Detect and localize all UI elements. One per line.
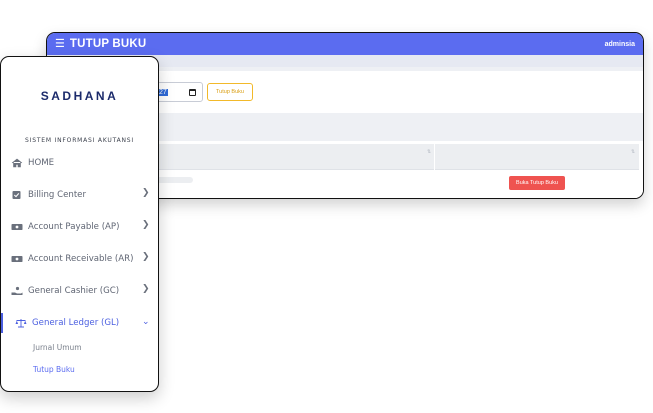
sort-icon[interactable]: ⇅: [427, 149, 431, 155]
cell-placeholder: [155, 177, 193, 183]
brand-subtitle: SISTEM INFORMASI AKUTANSI: [25, 137, 134, 144]
money-icon: [11, 256, 23, 262]
active-indicator: [1, 313, 3, 333]
home-icon: [11, 158, 23, 168]
sidebar-item-billing-center[interactable]: Billing Center ❯: [1, 185, 158, 205]
date-value: 27: [158, 88, 168, 96]
buka-tutup-buku-button[interactable]: Buka Tutup Buku: [509, 176, 565, 190]
top-bar: ☰ TUTUP BUKU adminsia: [47, 33, 643, 55]
money-icon: [11, 224, 23, 230]
hand-coin-icon: [11, 286, 23, 295]
sidebar-item-label: General Ledger (GL): [32, 318, 120, 328]
brand-logo[interactable]: SADHANA: [1, 89, 158, 103]
hamburger-icon[interactable]: ☰: [55, 38, 65, 50]
sidebar-item-label: HOME: [28, 158, 55, 168]
balance-scale-icon: [15, 319, 27, 328]
chevron-down-icon[interactable]: ⌄: [142, 317, 150, 327]
chevron-right-icon[interactable]: ❯: [142, 188, 150, 198]
user-name[interactable]: adminsia: [605, 41, 635, 48]
chevron-right-icon[interactable]: ❯: [142, 220, 150, 230]
sidebar-item-general-ledger[interactable]: General Ledger (GL) ⌄: [1, 313, 158, 333]
sidebar-subitem-tutup-buku[interactable]: Tutup Buku: [33, 365, 75, 374]
calendar-icon[interactable]: [189, 89, 196, 96]
sidebar-item-label: General Cashier (GC): [28, 286, 120, 296]
chevron-right-icon[interactable]: ❯: [142, 252, 150, 262]
sidebar-item-account-receivable[interactable]: Account Receivable (AR) ❯: [1, 249, 158, 269]
tutup-buku-button[interactable]: Tutup Buku: [207, 83, 253, 101]
sidebar-item-label: Account Payable (AP): [28, 222, 120, 232]
sidebar-item-label: Billing Center: [28, 190, 87, 200]
page-title: TUTUP BUKU: [69, 38, 147, 50]
screenshot-stage: ☰ TUTUP BUKU adminsia 27 Tutup Buku ⇅ ⇅: [0, 0, 653, 413]
sidebar: SADHANA SISTEM INFORMASI AKUTANSI HOME B…: [0, 56, 159, 392]
sidebar-item-label: Account Receivable (AR): [28, 254, 134, 264]
sidebar-item-general-cashier[interactable]: General Cashier (GC) ❯: [1, 281, 158, 301]
table-column-header[interactable]: ⇅: [435, 144, 639, 170]
sort-icon[interactable]: ⇅: [631, 149, 635, 155]
chevron-right-icon[interactable]: ❯: [142, 284, 150, 294]
checkbox-icon: [12, 191, 21, 199]
sidebar-item-account-payable[interactable]: Account Payable (AP) ❯: [1, 217, 158, 237]
sidebar-item-home[interactable]: HOME: [1, 153, 158, 173]
sidebar-subitem-jurnal-umum[interactable]: Jurnal Umum: [33, 343, 82, 352]
